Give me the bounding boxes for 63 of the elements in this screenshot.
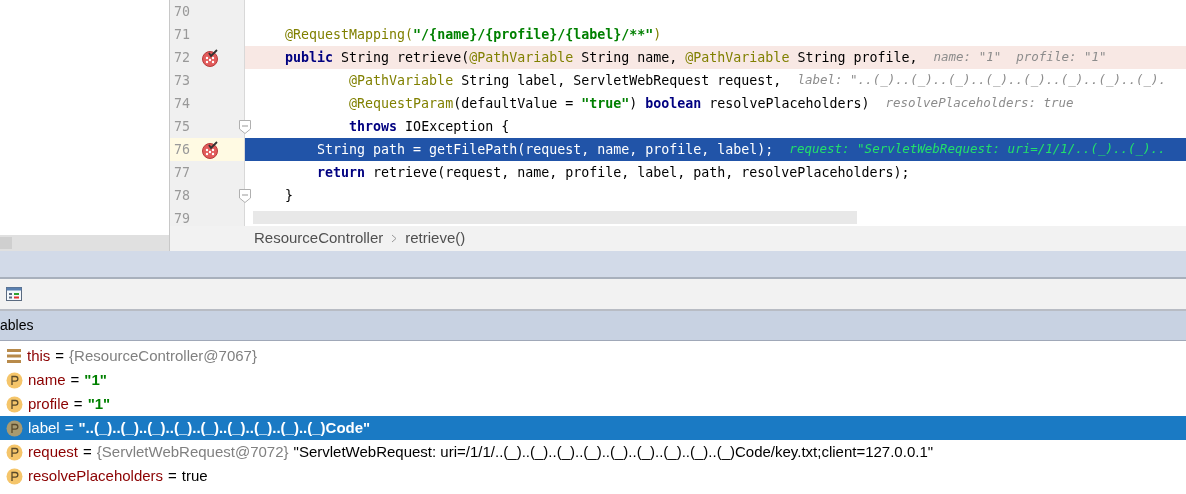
breadcrumb-item[interactable]: retrieve() (405, 227, 466, 250)
variable-row[interactable]: name = "1" (0, 368, 1186, 392)
breakpoint-icon[interactable] (201, 48, 219, 67)
variable-name: request (28, 441, 79, 462)
line-number: 71 (173, 25, 191, 44)
breadcrumb-item[interactable]: ResourceController (254, 227, 384, 250)
panel-title: ables (0, 316, 34, 335)
code-line: } (284, 186, 294, 205)
scrollbar[interactable] (0, 235, 169, 251)
line-number: 70 (173, 2, 191, 21)
variable-value: true (181, 465, 208, 486)
object-reference: {ResourceController@7067} (69, 345, 257, 366)
parameter-icon (6, 467, 23, 485)
variable-row[interactable]: resolvePlaceholders = true (0, 464, 1186, 488)
fold-icon[interactable] (239, 119, 251, 134)
variable-value: "1" (84, 369, 107, 390)
variable-name: this (27, 345, 51, 366)
equals-sign: = (73, 393, 83, 414)
code-line: @PathVariable String label, ServletWebRequest request, (348, 71, 782, 90)
parameter-icon (6, 371, 23, 389)
line-number: 78 (173, 186, 191, 205)
parameter-icon (6, 419, 23, 437)
inline-value-hint: name: "1" profile: "1" (933, 48, 1107, 67)
parameter-icon (6, 443, 23, 461)
line-number: 76 (173, 140, 191, 159)
chevron-icon (391, 234, 398, 243)
equals-sign: = (70, 369, 80, 390)
variable-value: "..(_)..(_)..(_)..(_)..(_)..(_)..(_)..(_)..(_)Code" (78, 417, 371, 438)
inline-value-hint: label: "..(_)..(_)..(_)..(_)..(_)..(_)..(_)..(_). (797, 71, 1167, 90)
variable-value: "1" (87, 393, 111, 414)
inline-value-hint: resolvePlaceholders: true (885, 94, 1074, 113)
code-line: throws IOException { (348, 117, 510, 136)
line-number: 75 (173, 117, 191, 136)
inline-value-hint: request: "ServletWebRequest: uri=/1/1/..(_)..(_).. (789, 140, 1166, 159)
variable-name: profile (28, 393, 69, 414)
equals-sign: = (83, 441, 92, 462)
code-line: return retrieve(request, name, profile, label, path, resolvePlaceholders); (316, 163, 910, 182)
table-icon[interactable] (6, 287, 22, 301)
variable-value: "ServletWebRequest: uri=/1/1/..(_)..(_)..(_)..(_)..(_)..(_)..(_)..(_)..(_)Code/key.txt;client=127.0.0.1" (293, 441, 934, 462)
breakpoint-icon[interactable] (201, 140, 219, 159)
fold-icon[interactable] (239, 188, 251, 203)
equals-sign: = (55, 345, 65, 366)
equals-sign: = (64, 417, 74, 438)
line-number: 72 (173, 48, 191, 67)
code-line: @RequestMapping("/{name}/{profile}/{label}/**") (284, 25, 662, 44)
parameter-icon (6, 395, 23, 413)
line-number: 73 (173, 71, 191, 90)
line-number: 74 (173, 94, 191, 113)
variable-name: label (28, 417, 60, 438)
field-icon (6, 348, 22, 364)
code-line: public String retrieve(@PathVariable String name, @PathVariable String profile, (284, 48, 918, 67)
line-number: 77 (173, 163, 191, 182)
line-number: 79 (173, 209, 191, 226)
object-reference: {ServletWebRequest@7072} (96, 441, 289, 462)
variable-row[interactable]: this = {ResourceController@7067} (0, 344, 1186, 368)
variable-row[interactable]: request = {ServletWebRequest@7072} "ServletWebRequest: uri=/1/1/..(_)..(_)..(_)..(_)..(_)..(_)..(_)..(_)..(_)Code/key.txt;client=127.0.0.1" (0, 440, 1186, 464)
code-line: @RequestParam(defaultValue = "true") boolean resolvePlaceholders) (348, 94, 870, 113)
variable-name: resolvePlaceholders (28, 465, 164, 486)
code-line: String path = getFilePath(request, name, profile, label); (316, 140, 774, 159)
variable-row[interactable]: label = "..(_)..(_)..(_)..(_)..(_)..(_)..(_)..(_)..(_)Code" (0, 416, 1186, 440)
equals-sign: = (168, 465, 177, 486)
variable-name: name (28, 369, 66, 390)
variable-row[interactable]: profile = "1" (0, 392, 1186, 416)
